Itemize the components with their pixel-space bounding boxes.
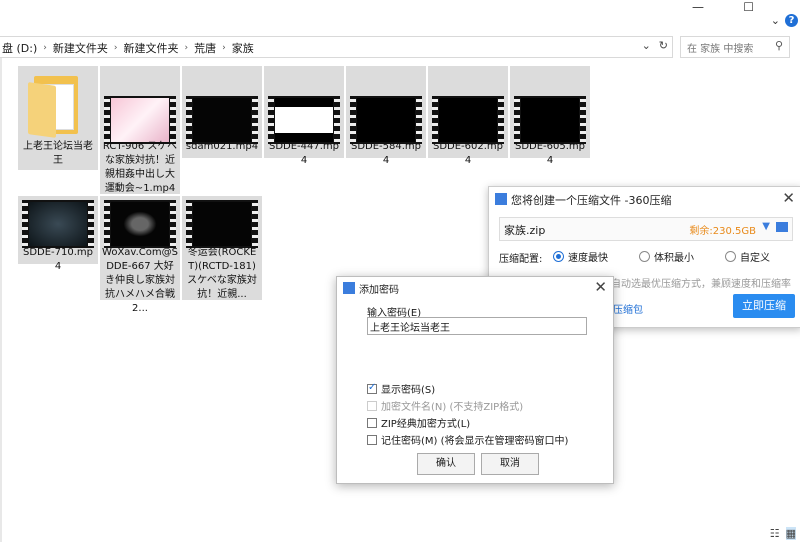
show-password-checkbox[interactable]: 显示密码(S) — [367, 381, 435, 396]
file-item-video[interactable]: WoXav.Com@SDDE-667 大好き仲良し家族対抗ハメハメ合戦2... — [100, 196, 180, 314]
radio[interactable] — [639, 251, 650, 262]
confirm-button[interactable]: 确认 — [417, 453, 475, 475]
option-smallest[interactable]: 体积最小 — [639, 249, 694, 264]
archive-link[interactable]: 压缩包 — [613, 301, 643, 316]
window-controls: — ☐ ⌄ ? — [680, 0, 800, 36]
chevron-down-icon[interactable]: ⌄ — [771, 14, 780, 27]
option-label: 自定义 — [740, 253, 770, 264]
chevron-right-icon: › — [222, 43, 226, 53]
caret-down-icon[interactable]: ▼ — [762, 221, 770, 232]
large-icons-view-icon[interactable]: ▦ — [785, 527, 796, 540]
close-icon[interactable]: ✕ — [594, 278, 607, 296]
checkbox-label: 显示密码(S) — [381, 385, 436, 396]
password-dialog-title: 添加密码 — [359, 285, 399, 296]
folder-icon — [28, 74, 80, 138]
checkbox-label: 记住密码(M) (将会显示在管理密码窗口中) — [381, 436, 569, 447]
checkbox-checked[interactable] — [367, 382, 377, 394]
chevron-right-icon: › — [113, 43, 118, 53]
password-input[interactable]: 上老王论坛当老王 — [367, 317, 587, 335]
checkbox[interactable] — [367, 417, 377, 428]
file-name: 上老王论坛当老王 — [23, 141, 93, 166]
breadcrumb-item[interactable]: 新建文件夹 — [123, 40, 178, 56]
refresh-icon[interactable]: ↻ — [659, 39, 668, 52]
compress-dialog-title: 您将创建一个压缩文件 -360压缩 — [511, 194, 672, 207]
breadcrumb-item[interactable]: 家族 — [232, 40, 254, 56]
free-space-label: 剩余:230.5GB — [689, 226, 756, 237]
file-name: SDDE-602.mp4 — [432, 141, 504, 166]
file-name: SDDE-710.mp4 — [22, 247, 94, 272]
file-name: SDDE-584.mp4 — [350, 141, 422, 166]
video-thumbnail — [514, 70, 586, 144]
breadcrumb: 盘 (D:) › 新建文件夹 › 新建文件夹 › 荒唐 › 家族 — [2, 40, 254, 56]
details-view-icon[interactable]: ☷ — [770, 527, 780, 540]
lock-icon — [343, 282, 355, 294]
navigation-pane-edge — [0, 58, 2, 542]
password-dialog-titlebar[interactable]: 添加密码 ✕ — [337, 277, 613, 299]
config-label: 压缩配置: — [499, 254, 543, 265]
address-bar[interactable]: 盘 (D:) › 新建文件夹 › 新建文件夹 › 荒唐 › 家族 ⌄ ↻ — [0, 36, 673, 58]
file-name: WoXav.Com@SDDE-667 大好き仲良し家族対抗ハメハメ合戦2... — [102, 247, 178, 314]
file-name: 冬运会(ROCKET)(RCTD-181)スケベな家族対抗！近親... — [187, 247, 257, 300]
video-thumbnail — [432, 70, 504, 144]
encrypt-filenames-checkbox: 加密文件名(N) (不支持ZIP格式) — [367, 398, 523, 413]
option-custom[interactable]: 自定义 — [725, 249, 770, 264]
file-name: sdam021.mp4 — [185, 141, 259, 152]
checkbox-disabled — [367, 400, 377, 411]
breadcrumb-item[interactable]: 新建文件夹 — [53, 40, 108, 56]
file-name: RCT-906 スケベな家族対抗！近親相姦中出し大運動会~1.mp4 — [102, 141, 178, 194]
file-item-video[interactable]: SDDE-447.mp4 — [264, 66, 344, 166]
zip-classic-encryption-checkbox[interactable]: ZIP经典加密方式(L) — [367, 415, 470, 430]
archive-name-field[interactable]: 家族.zip 剩余:230.5GB ▼ — [499, 217, 793, 241]
file-item-video[interactable]: RCT-906 スケベな家族対抗！近親相姦中出し大運動会~1.mp4 — [100, 66, 180, 194]
file-name: SDDE-447.mp4 — [268, 141, 340, 166]
dropdown-icon[interactable]: ⌄ — [642, 39, 651, 52]
close-icon[interactable]: ✕ — [782, 189, 795, 207]
file-item-video[interactable]: SDDE-710.mp4 — [18, 196, 98, 272]
checkbox[interactable] — [367, 434, 377, 445]
file-item-folder[interactable]: 上老王论坛当老王 — [18, 66, 98, 170]
video-thumbnail — [104, 70, 176, 144]
help-icon[interactable]: ? — [785, 14, 798, 27]
maximize-icon[interactable]: ☐ — [743, 0, 754, 14]
option-fastest[interactable]: 速度最快 — [553, 249, 608, 264]
chevron-right-icon: › — [43, 43, 47, 53]
video-thumbnail — [268, 70, 340, 144]
search-input[interactable]: 在 家族 中搜索 ⚲ — [680, 36, 790, 58]
start-compress-button[interactable]: 立即压缩 — [733, 294, 795, 318]
checkbox-label: 加密文件名(N) (不支持ZIP格式) — [381, 402, 524, 413]
video-thumbnail — [350, 70, 422, 144]
breadcrumb-item[interactable]: 盘 (D:) — [2, 40, 37, 56]
password-value: 上老王论坛当老王 — [370, 323, 450, 334]
option-label: 速度最快 — [568, 253, 608, 264]
file-item-video[interactable]: sdam021.mp4 — [182, 66, 262, 158]
search-icon[interactable]: ⚲ — [775, 39, 783, 52]
option-label: 体积最小 — [654, 253, 694, 264]
cancel-button[interactable]: 取消 — [481, 453, 539, 475]
compress-dialog-titlebar[interactable]: 您将创建一个压缩文件 -360压缩 ✕ — [489, 187, 800, 211]
archive-name-value: 家族.zip — [504, 224, 546, 237]
radio[interactable] — [725, 251, 736, 262]
radio-selected[interactable] — [553, 251, 564, 262]
password-dialog: 添加密码 ✕ 输入密码(E) 上老王论坛当老王 显示密码(S) 加密文件名(N)… — [336, 276, 614, 484]
search-placeholder: 在 家族 中搜索 — [687, 44, 754, 55]
folder-icon[interactable] — [776, 222, 788, 232]
minimize-icon[interactable]: — — [692, 0, 704, 14]
file-item-video[interactable]: 冬运会(ROCKET)(RCTD-181)スケベな家族対抗！近親... — [182, 196, 262, 300]
compression-hint: 自动选最优压缩方式，兼顾速度和压缩率 — [611, 279, 791, 290]
view-toggles: ☷ ▦ — [770, 527, 796, 540]
chevron-right-icon: › — [184, 43, 189, 53]
remember-password-checkbox[interactable]: 记住密码(M) (将会显示在管理密码窗口中) — [367, 432, 568, 447]
file-name: SDDE-605.mp4 — [514, 141, 586, 166]
file-item-video[interactable]: SDDE-584.mp4 — [346, 66, 426, 166]
app-360-icon — [495, 193, 507, 205]
file-item-video[interactable]: SDDE-605.mp4 — [510, 66, 590, 166]
file-item-video[interactable]: SDDE-602.mp4 — [428, 66, 508, 166]
video-thumbnail — [186, 70, 258, 144]
checkbox-label: ZIP经典加密方式(L) — [381, 419, 471, 430]
breadcrumb-item[interactable]: 荒唐 — [194, 40, 216, 56]
